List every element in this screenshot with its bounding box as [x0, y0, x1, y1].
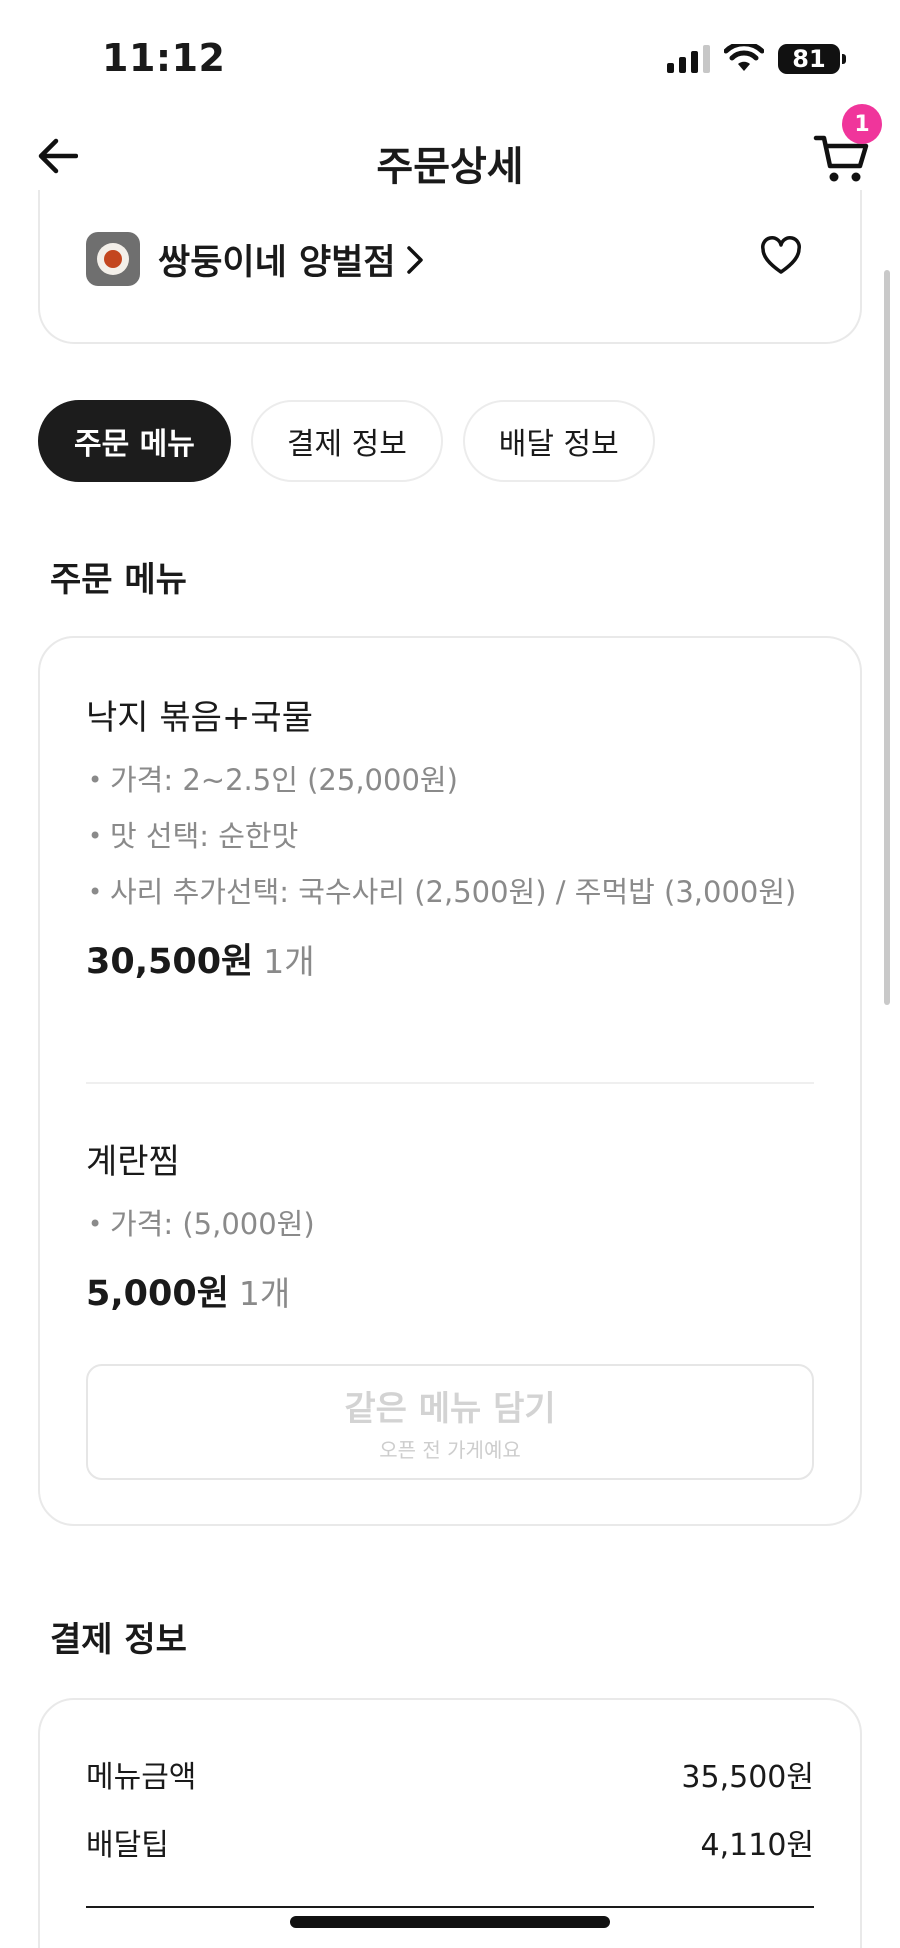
menu-item-name: 낙지 볶음+국물: [86, 698, 313, 738]
payment-info-card: 메뉴금액 35,500원 배달팁 4,110원: [38, 1698, 862, 1948]
menu-item-option: 가격: 2~2.5인 (25,000원): [86, 757, 814, 803]
battery-level: 81: [792, 45, 826, 73]
payment-row-label: 배달팁: [86, 1828, 169, 1863]
favorite-button[interactable]: [760, 236, 802, 278]
tab-payment-info[interactable]: 결제 정보: [250, 400, 443, 482]
reorder-same-menu-button[interactable]: 같은 메뉴 담기 오픈 전 가게예요: [86, 1364, 814, 1480]
menu-item-option: 맛 선택: 순한맛: [86, 813, 814, 859]
page-title: 주문상세: [376, 144, 524, 190]
menu-item-quantity: 1개: [263, 942, 315, 981]
divider: [86, 1082, 814, 1084]
menu-item-price-row: 5,000원 1개: [86, 1265, 814, 1316]
menu-item: 계란찜 가격: (5,000원) 5,000원 1개: [86, 1134, 814, 1316]
menu-item-price: 30,500원: [86, 942, 254, 982]
payment-divider: [86, 1906, 814, 1908]
store-name: 쌍둥이네 양벌점: [158, 243, 396, 283]
wifi-icon: [724, 44, 764, 71]
status-icons: 81: [667, 44, 846, 74]
payment-row-label: 메뉴금액: [86, 1760, 197, 1795]
heart-icon: [761, 236, 801, 274]
menu-item-price-row: 30,500원 1개: [86, 933, 814, 984]
order-menu-card: 낙지 볶음+국물 가격: 2~2.5인 (25,000원) 맛 선택: 순한맛 …: [38, 636, 862, 1526]
menu-item-option: 가격: (5,000원): [86, 1201, 814, 1247]
home-indicator: [290, 1916, 610, 1928]
store-link[interactable]: 쌍둥이네 양벌점: [158, 234, 424, 285]
reorder-button-sublabel: 오픈 전 가게예요: [379, 1438, 521, 1462]
tab-order-menu[interactable]: 주문 메뉴: [38, 400, 231, 482]
section-tabs: 주문 메뉴 결제 정보 배달 정보: [38, 400, 655, 482]
payment-row-value: 4,110원: [700, 1828, 814, 1863]
store-thumbnail: [86, 232, 140, 286]
menu-item-price: 5,000원: [86, 1274, 229, 1314]
cart-button[interactable]: 1: [812, 104, 882, 186]
payment-row-value: 35,500원: [681, 1760, 814, 1795]
menu-item-quantity: 1개: [238, 1274, 291, 1313]
payment-row-delivery-tip: 배달팁 4,110원: [86, 1820, 814, 1864]
payment-info-heading: 결제 정보: [50, 1620, 187, 1660]
reorder-button-label: 같은 메뉴 담기: [344, 1389, 556, 1429]
chevron-right-icon: [406, 245, 423, 274]
menu-item-option: 사리 추가선택: 국수사리 (2,500원) / 주먹밥 (3,000원): [86, 869, 814, 915]
cart-count-badge: 1: [842, 104, 882, 144]
battery-icon: 81: [778, 44, 846, 74]
store-card: 쌍둥이네 양벌점: [38, 190, 862, 344]
menu-item: 낙지 볶음+국물 가격: 2~2.5인 (25,000원) 맛 선택: 순한맛 …: [86, 690, 814, 984]
order-menu-heading: 주문 메뉴: [50, 560, 187, 600]
tab-delivery-info[interactable]: 배달 정보: [462, 400, 655, 482]
status-time: 11:12: [102, 36, 226, 80]
menu-item-name: 계란찜: [86, 1142, 180, 1182]
scrollbar[interactable]: [884, 270, 890, 1005]
status-bar: 11:12 81: [0, 0, 900, 110]
payment-row-menu-amount: 메뉴금액 35,500원: [86, 1752, 814, 1796]
cellular-signal-icon: [667, 45, 710, 73]
